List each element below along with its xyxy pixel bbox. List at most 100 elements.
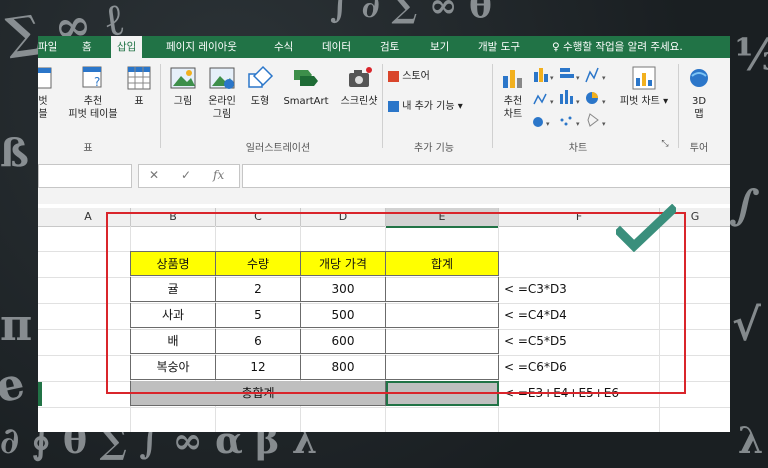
tours-group-label: 투어 xyxy=(689,143,709,154)
tab-review[interactable]: 검토 xyxy=(380,36,399,58)
chalk-doodle: ß xyxy=(0,130,29,175)
svg-text:▾: ▾ xyxy=(602,74,606,82)
tab-file[interactable]: 파일 xyxy=(38,36,57,58)
svg-text:▾: ▾ xyxy=(576,98,580,106)
picture-icon xyxy=(170,67,196,89)
3d-map-icon xyxy=(690,69,708,87)
shapes-button[interactable]: 도형 xyxy=(244,64,276,108)
worksheet-grid: A B C D E F G 상품명 수량 개당 가격 합계 귤 2 300 사과… xyxy=(38,204,730,432)
shapes-label: 도형 xyxy=(250,96,270,107)
chalk-doodle: √ xyxy=(732,300,761,351)
smartart-label: SmartArt xyxy=(283,96,329,107)
chalk-doodle: π xyxy=(0,300,33,351)
tell-me-box[interactable]: ♀ 수행할 작업을 알려 주세요. xyxy=(552,36,683,58)
tables-group-label: 표 xyxy=(83,143,93,154)
pivot-chart-label: 피벗 차트 xyxy=(619,96,660,107)
tab-developer[interactable]: 개발 도구 xyxy=(478,36,520,58)
svg-text:▾: ▾ xyxy=(576,120,580,128)
dialog-launcher-icon[interactable]: ⤡ xyxy=(658,139,672,149)
chart-type-gallery[interactable]: ▾ ▾ ▾ ▾ ▾ ▾ ▾ ▾ ▾ xyxy=(532,64,612,134)
recommended-charts-button[interactable]: 추천 차트 xyxy=(496,64,530,121)
pivot-table-label-line1: 벗 xyxy=(38,96,48,107)
group-separator xyxy=(492,64,493,148)
table-label: 표 xyxy=(134,96,144,107)
screenshot-label: 스크린샷 xyxy=(340,96,378,107)
pivot-table-label-line2: 블 xyxy=(38,109,48,120)
recommended-pivot-label-line2: 피벗 테이블 xyxy=(68,109,118,120)
screenshot-icon xyxy=(349,67,372,87)
name-box[interactable] xyxy=(38,164,132,188)
store-button[interactable]: 스토어 xyxy=(388,70,468,83)
screenshot-button[interactable]: 스크린샷 xyxy=(334,64,384,108)
svg-text:▾: ▾ xyxy=(576,74,580,82)
fx-icon[interactable]: fx xyxy=(213,168,224,182)
svg-text:▾: ▾ xyxy=(602,98,606,106)
table-button[interactable]: 표 xyxy=(124,64,154,108)
smartart-button[interactable]: SmartArt xyxy=(278,64,334,108)
svg-text:▾: ▾ xyxy=(602,120,606,128)
smartart-icon xyxy=(294,70,318,86)
excel-window: 파일 홈 삽입 페이지 레이아웃 수식 데이터 검토 보기 개발 도구 ♀ 수행… xyxy=(38,36,730,432)
picture-button[interactable]: 그림 xyxy=(166,64,200,108)
chevron-down-icon: ▾ xyxy=(663,96,669,107)
group-separator xyxy=(678,64,679,148)
column-chart-icon: ▾ ▾ ▾ ▾ ▾ ▾ ▾ ▾ ▾ xyxy=(533,67,606,128)
ribbon-tabs: 파일 홈 삽입 페이지 레이아웃 수식 데이터 검토 보기 개발 도구 ♀ 수행… xyxy=(38,36,730,58)
table-icon xyxy=(127,66,151,90)
svg-text:▾: ▾ xyxy=(550,98,554,106)
3d-map-button[interactable]: 3D 맵 xyxy=(684,64,714,121)
chalk-doodle: e xyxy=(0,357,29,414)
tab-page-layout[interactable]: 페이지 레이아웃 xyxy=(166,36,237,58)
row-selection-marker xyxy=(38,382,42,406)
enter-icon[interactable]: ✓ xyxy=(181,168,191,182)
pivot-table-icon xyxy=(38,67,52,89)
online-picture-icon xyxy=(209,67,235,89)
highlight-box xyxy=(106,212,686,394)
my-addins-icon xyxy=(388,100,399,112)
chalk-doodle: ⅓ xyxy=(735,30,768,81)
online-picture-button[interactable]: 온라인 그림 xyxy=(202,64,242,121)
svg-text:▾: ▾ xyxy=(550,74,554,82)
recommended-pivot-button[interactable]: ? 추천 피벗 테이블 xyxy=(58,64,128,121)
formula-input[interactable] xyxy=(242,164,730,188)
tab-home[interactable]: 홈 xyxy=(82,36,92,58)
chalk-doodle: ∫ ∂ ∑ ∞ θ xyxy=(330,0,492,26)
formula-buttons: ✕ ✓ fx xyxy=(138,164,240,188)
shapes-icon xyxy=(248,65,274,88)
tab-formulas[interactable]: 수식 xyxy=(274,36,293,58)
svg-text:▾: ▾ xyxy=(546,120,550,128)
check-mark-icon xyxy=(616,204,676,252)
group-separator xyxy=(382,64,383,148)
pivot-chart-button[interactable]: 피벗 차트 ▾ xyxy=(616,64,672,108)
illustrations-group-label: 일러스트레이션 xyxy=(245,143,311,154)
store-label: 스토어 xyxy=(402,71,430,82)
pie-chart-icon xyxy=(533,117,543,127)
chevron-down-icon: ▾ xyxy=(457,101,463,112)
svg-text:?: ? xyxy=(94,75,100,89)
recommended-pivot-label-line1: 추천 xyxy=(83,96,103,107)
recommended-pivot-icon: ? xyxy=(82,66,102,89)
tab-view[interactable]: 보기 xyxy=(430,36,449,58)
chalk-doodle: λ xyxy=(738,420,764,462)
store-icon xyxy=(388,70,399,82)
cancel-icon[interactable]: ✕ xyxy=(149,168,159,182)
pivot-chart-icon xyxy=(632,66,656,90)
charts-group-label: 차트 xyxy=(568,143,588,154)
ribbon: 벗 블 ? 추천 피벗 테이블 표 표 그림 온라인 그림 도형 SmartAr… xyxy=(38,58,730,155)
online-picture-label-line1: 온라인 xyxy=(208,96,236,107)
3d-map-label-line2: 맵 xyxy=(694,109,704,120)
addins-group-label: 추가 기능 xyxy=(414,143,454,154)
tab-insert[interactable]: 삽입 xyxy=(111,36,143,58)
pivot-table-button[interactable]: 벗 블 xyxy=(38,64,54,121)
3d-map-label-line1: 3D xyxy=(691,96,707,107)
gridline xyxy=(38,407,730,408)
formula-bar: ✕ ✓ fx xyxy=(38,154,730,204)
picture-label: 그림 xyxy=(173,96,193,107)
tab-data[interactable]: 데이터 xyxy=(322,36,351,58)
recommended-charts-label-line1: 추천 xyxy=(503,96,523,107)
tell-me-text: 수행할 작업을 알려 주세요. xyxy=(563,41,683,53)
my-addins-label: 내 추가 기능 xyxy=(402,101,455,112)
online-picture-label-line2: 그림 xyxy=(212,109,232,120)
recommended-charts-icon xyxy=(503,70,522,88)
my-addins-button[interactable]: 내 추가 기능 ▾ xyxy=(388,100,498,113)
